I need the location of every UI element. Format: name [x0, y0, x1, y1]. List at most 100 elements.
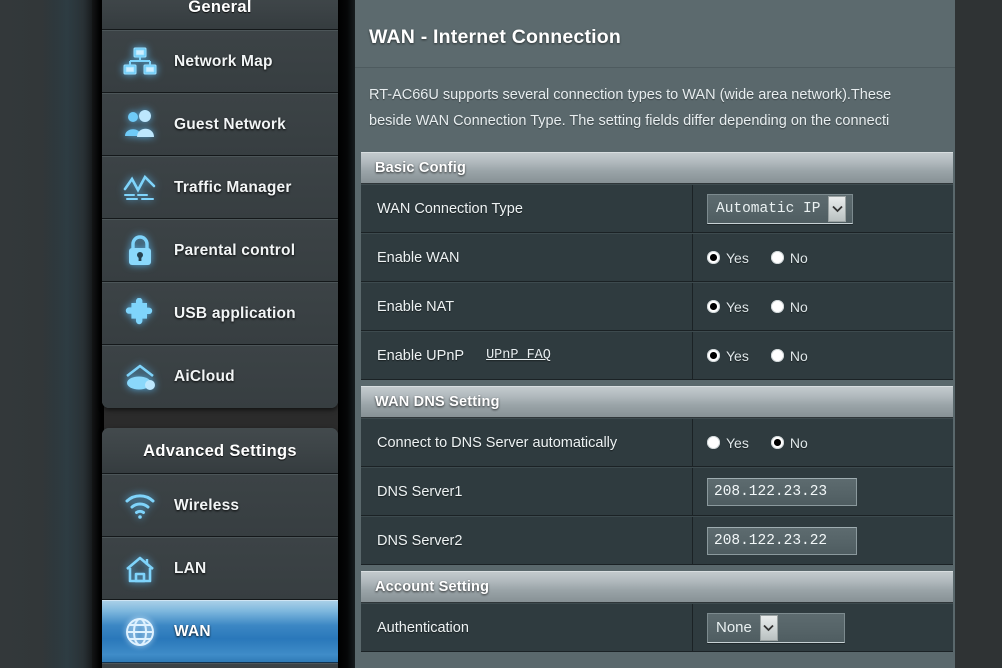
section-header-wan-dns-setting: WAN DNS Setting: [361, 386, 953, 418]
main-content-panel: WAN - Internet Connection RT-AC66U suppo…: [355, 0, 955, 668]
sidebar-item-label: Network Map: [174, 53, 273, 71]
sidebar: General Netwo: [102, 0, 340, 668]
radio-label: No: [790, 348, 808, 364]
radio-dot-icon: [707, 349, 720, 362]
main-header: WAN - Internet Connection: [355, 0, 955, 67]
row-value: Yes No: [693, 419, 953, 466]
sidebar-item-guest-network[interactable]: Guest Network: [102, 93, 338, 156]
page-right-background: [955, 0, 1002, 668]
radio-label: No: [790, 435, 808, 451]
sidebar-group-advanced: Advanced Settings Wireless: [102, 428, 338, 668]
page-left-background: [0, 0, 104, 668]
connect-dns-auto-radio-group: Yes No: [707, 435, 808, 451]
sidebar-item-traffic-manager[interactable]: Traffic Manager: [102, 156, 338, 219]
row-label: DNS Server1: [361, 468, 693, 515]
guest-network-icon: [120, 105, 160, 145]
radio-label: Yes: [726, 348, 749, 364]
sidebar-group-general: General Netwo: [102, 0, 338, 408]
radio-label: Yes: [726, 299, 749, 315]
enable-nat-radio-yes[interactable]: Yes: [707, 299, 749, 315]
sidebar-item-wan[interactable]: WAN: [102, 600, 338, 663]
radio-dot-icon: [771, 436, 784, 449]
row-label-text: Enable UPnP: [377, 348, 464, 364]
page-title: WAN - Internet Connection: [369, 26, 955, 67]
radio-dot-icon: [707, 436, 720, 449]
sidebar-item-wireless[interactable]: Wireless: [102, 474, 338, 537]
row-value: Yes No: [693, 234, 953, 281]
home-icon: [120, 549, 160, 589]
lock-icon: [120, 231, 160, 271]
row-value: Yes No: [693, 332, 953, 379]
sidebar-item-label: Parental control: [174, 242, 295, 260]
section-header-basic-config: Basic Config: [361, 152, 953, 184]
radio-label: No: [790, 299, 808, 315]
enable-nat-radio-group: Yes No: [707, 299, 808, 315]
select-value: None: [708, 619, 760, 636]
wan-connection-type-select[interactable]: Automatic IP: [707, 194, 853, 224]
router-admin-page: General Netwo: [0, 0, 1002, 668]
sidebar-group-advanced-title: Advanced Settings: [102, 428, 338, 474]
section-wan-dns-setting: WAN DNS Setting Connect to DNS Server au…: [361, 386, 953, 565]
radio-label: Yes: [726, 250, 749, 266]
page-description: RT-AC66U supports several connection typ…: [355, 68, 955, 146]
row-dns-server1: DNS Server1: [361, 467, 953, 516]
row-authentication: Authentication None: [361, 603, 953, 652]
row-label: Authentication: [361, 604, 693, 651]
row-dns-server2: DNS Server2: [361, 516, 953, 565]
row-label: Enable UPnP UPnP FAQ: [361, 332, 693, 379]
sidebar-item-label: LAN: [174, 560, 206, 578]
chevron-down-icon[interactable]: [760, 615, 778, 641]
sidebar-item-label: Wireless: [174, 497, 239, 515]
section-account-setting: Account Setting Authentication None: [361, 571, 953, 652]
row-value: [693, 468, 953, 515]
connect-dns-auto-radio-yes[interactable]: Yes: [707, 435, 749, 451]
connect-dns-auto-radio-no[interactable]: No: [771, 435, 808, 451]
chevron-down-icon[interactable]: [828, 196, 846, 222]
row-value: [693, 517, 953, 564]
row-label: Connect to DNS Server automatically: [361, 419, 693, 466]
dns-server1-input[interactable]: [707, 478, 857, 506]
row-connect-dns-auto: Connect to DNS Server automatically Yes …: [361, 418, 953, 467]
row-enable-wan: Enable WAN Yes No: [361, 233, 953, 282]
row-value: Yes No: [693, 283, 953, 330]
radio-dot-icon: [771, 349, 784, 362]
section-basic-config: Basic Config WAN Connection Type Automat…: [361, 152, 953, 380]
row-enable-upnp: Enable UPnP UPnP FAQ Yes No: [361, 331, 953, 380]
enable-wan-radio-yes[interactable]: Yes: [707, 250, 749, 266]
row-value: None: [693, 604, 953, 651]
network-map-icon: [120, 42, 160, 82]
sidebar-item-network-map[interactable]: Network Map: [102, 30, 338, 93]
upnp-faq-link[interactable]: UPnP FAQ: [486, 348, 551, 363]
row-value: Automatic IP: [693, 185, 953, 232]
sidebar-item-next[interactable]: [102, 663, 338, 668]
radio-dot-icon: [771, 300, 784, 313]
radio-label: No: [790, 250, 808, 266]
wifi-icon: [120, 486, 160, 526]
sidebar-group-general-title: General: [102, 0, 338, 30]
radio-dot-icon: [707, 300, 720, 313]
sidebar-item-lan[interactable]: LAN: [102, 537, 338, 600]
row-label: Enable WAN: [361, 234, 693, 281]
enable-upnp-radio-no[interactable]: No: [771, 348, 808, 364]
puzzle-icon: [120, 294, 160, 334]
sidebar-item-aicloud[interactable]: AiCloud: [102, 345, 338, 408]
sidebar-item-usb-application[interactable]: USB application: [102, 282, 338, 345]
enable-wan-radio-group: Yes No: [707, 250, 808, 266]
authentication-select[interactable]: None: [707, 613, 845, 643]
cloud-icon: [120, 357, 160, 397]
row-label: DNS Server2: [361, 517, 693, 564]
dns-server2-input[interactable]: [707, 527, 857, 555]
traffic-manager-icon: [120, 168, 160, 208]
description-line-1: RT-AC66U supports several connection typ…: [369, 82, 955, 108]
enable-nat-radio-no[interactable]: No: [771, 299, 808, 315]
enable-upnp-radio-yes[interactable]: Yes: [707, 348, 749, 364]
sidebar-item-parental-control[interactable]: Parental control: [102, 219, 338, 282]
description-line-2: beside WAN Connection Type. The setting …: [369, 108, 955, 134]
radio-dot-icon: [707, 251, 720, 264]
sidebar-item-label: Guest Network: [174, 116, 286, 134]
sidebar-item-label: USB application: [174, 305, 296, 323]
globe-icon: [120, 612, 160, 652]
sidebar-item-label: AiCloud: [174, 368, 235, 386]
enable-wan-radio-no[interactable]: No: [771, 250, 808, 266]
section-header-account-setting: Account Setting: [361, 571, 953, 603]
